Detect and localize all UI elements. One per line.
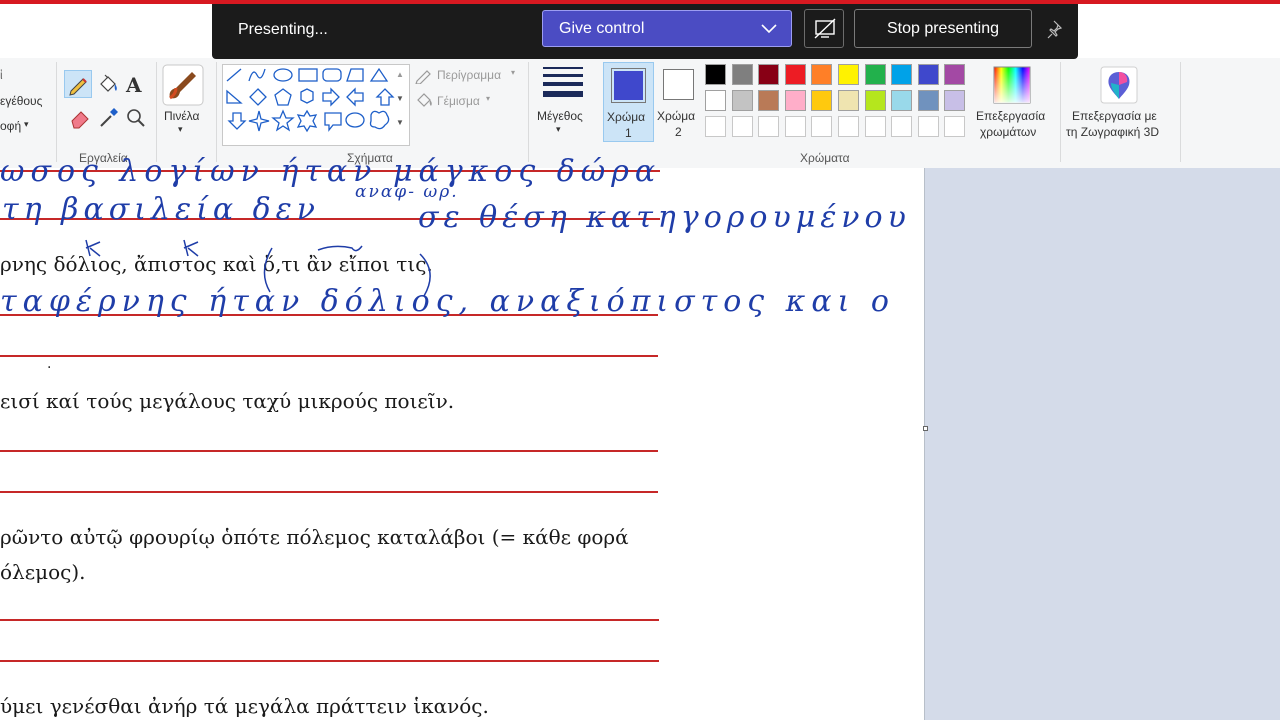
writing-rule: [0, 619, 659, 621]
palette-color-swatch[interactable]: [944, 90, 965, 111]
writing-rule: [0, 450, 658, 452]
worksheet-sentence: ύμει γενέσθαι ἀνήρ τά μεγάλα πράττειν ἱκ…: [0, 694, 489, 718]
screen-hide-icon: [814, 18, 836, 39]
give-control-dropdown[interactable]: Give control: [542, 10, 792, 47]
outline-icon: [415, 70, 431, 84]
color-spectrum-icon: [993, 66, 1031, 104]
color1-button[interactable]: Χρώμα 1: [603, 62, 654, 142]
palette-color-swatch[interactable]: [758, 64, 779, 85]
palette-color-swatch[interactable]: [705, 90, 726, 111]
palette-color-swatch[interactable]: [811, 64, 832, 85]
eraser-icon[interactable]: [68, 106, 92, 130]
palette-color-swatch[interactable]: [918, 64, 939, 85]
fill-bucket-icon[interactable]: [96, 72, 120, 96]
custom-color-slot[interactable]: [891, 116, 912, 137]
magnifier-icon[interactable]: [124, 106, 148, 130]
worksheet-sentence-continued: όλεμος).: [0, 560, 86, 584]
svg-text:A: A: [125, 73, 142, 96]
paint3d-label-2: τη Ζωγραφική 3D: [1066, 125, 1160, 139]
custom-color-slot[interactable]: [732, 116, 753, 137]
give-control-label: Give control: [559, 20, 645, 37]
custom-color-slot[interactable]: [785, 116, 806, 137]
edit-with-paint3d-button[interactable]: Επεξεργασία με τη Ζωγραφική 3D: [1064, 64, 1174, 144]
color1-swatch: [611, 68, 646, 103]
size-button[interactable]: Μέγεθος ▾: [534, 64, 594, 144]
palette-color-swatch[interactable]: [865, 90, 886, 111]
color2-swatch: [663, 69, 694, 100]
brush-icon: [162, 64, 204, 106]
paint3d-label-1: Επεξεργασία με: [1072, 109, 1157, 123]
paint-ribbon: ἱ εγέθους οφή ▾ A Εργαλεία Πινέλα ▾ ▲ ▼ …: [0, 58, 1280, 169]
size-label: Μέγεθος: [537, 109, 583, 123]
palette-color-swatch[interactable]: [891, 90, 912, 111]
palette-color-swatch[interactable]: [758, 90, 779, 111]
edit-colors-label-1: Επεξεργασία: [976, 109, 1046, 123]
writing-rule: [0, 355, 658, 357]
canvas-area: ρνης δόλιος, ἄπιστος καὶ ὅ,τι ἂν εἴποι τ…: [0, 154, 1280, 720]
color-palette: [705, 64, 975, 144]
outline-dropdown[interactable]: Περίγραμμα: [437, 68, 501, 82]
pencil-tool-button[interactable]: [64, 70, 92, 98]
handwritten-answer: σε θέση κατηγορουμένου: [418, 200, 911, 235]
pencil-icon: [69, 78, 87, 96]
shapes-gallery[interactable]: [222, 64, 410, 146]
color-picker-icon[interactable]: [96, 106, 120, 130]
custom-color-slot[interactable]: [705, 116, 726, 137]
presenting-status-text: Presenting...: [238, 21, 328, 38]
worksheet-image[interactable]: ρνης δόλιος, ἄπιστος καὶ ὅ,τι ἂν εἴποι τ…: [0, 154, 925, 720]
line-size-icon: [543, 67, 583, 97]
worksheet-sentence: εισί καί τούς μεγάλους ταχύ μικρούς ποιε…: [0, 389, 455, 413]
palette-color-swatch[interactable]: [838, 64, 859, 85]
custom-color-slot[interactable]: [865, 116, 886, 137]
text-tool-icon[interactable]: A: [124, 72, 146, 96]
palette-color-swatch[interactable]: [705, 64, 726, 85]
custom-color-slot[interactable]: [811, 116, 832, 137]
paint3d-icon: [1100, 66, 1138, 104]
handwritten-marks: [85, 239, 431, 297]
handwritten-note: αναφ- ωρ.: [355, 182, 459, 202]
edit-colors-button[interactable]: Επεξεργασία χρωμάτων: [975, 64, 1053, 144]
pin-icon[interactable]: [1046, 18, 1068, 40]
image-group-clipped-glyph: ἱ: [0, 68, 3, 82]
rotate-dropdown-arrow[interactable]: ▾: [24, 119, 29, 130]
palette-color-swatch[interactable]: [944, 64, 965, 85]
color2-button[interactable]: Χρώμα 2: [654, 62, 702, 142]
fill-dropdown[interactable]: Γέμισμα: [437, 94, 480, 108]
palette-color-swatch[interactable]: [811, 90, 832, 111]
custom-color-slot[interactable]: [918, 116, 939, 137]
chevron-down-icon: [761, 24, 777, 34]
custom-color-slot[interactable]: [758, 116, 779, 137]
canvas-resize-handle[interactable]: [923, 426, 928, 431]
custom-color-slot[interactable]: [838, 116, 859, 137]
brushes-label: Πινέλα: [164, 109, 200, 123]
palette-color-swatch[interactable]: [732, 64, 753, 85]
writing-rule: [0, 491, 658, 493]
rotate-label[interactable]: οφή: [0, 119, 21, 133]
palette-color-swatch[interactable]: [732, 90, 753, 111]
resize-label[interactable]: εγέθους: [0, 94, 42, 108]
colors-group-label: Χρώματα: [800, 151, 850, 165]
stop-presenting-button[interactable]: Stop presenting: [854, 9, 1032, 48]
stray-dot: .: [47, 356, 52, 372]
palette-color-swatch[interactable]: [865, 64, 886, 85]
custom-color-slot[interactable]: [944, 116, 965, 137]
handwritten-answer: τη βασιλεία δεν: [2, 192, 321, 227]
fill-icon: [417, 93, 432, 107]
color2-label: Χρώμα: [657, 109, 696, 123]
writing-rule: [0, 660, 659, 662]
hide-screen-button[interactable]: [804, 9, 844, 48]
color1-label: Χρώμα: [607, 110, 646, 124]
palette-color-swatch[interactable]: [785, 64, 806, 85]
handwritten-answer: ωσος λογίων ήταν μάγκος δώρα: [0, 154, 662, 189]
palette-color-swatch[interactable]: [838, 90, 859, 111]
palette-color-swatch[interactable]: [891, 64, 912, 85]
presenting-toolbar: Presenting... Give control Stop presenti…: [212, 4, 1078, 59]
worksheet-sentence: ρῶντο αὐτῷ φρουρίῳ ὁπότε πόλεμος καταλάβ…: [0, 525, 629, 549]
shapes-gallery-icons: [226, 67, 395, 133]
palette-color-swatch[interactable]: [785, 90, 806, 111]
edit-colors-label-2: χρωμάτων: [980, 125, 1037, 139]
palette-color-swatch[interactable]: [918, 90, 939, 111]
brushes-button[interactable]: Πινέλα ▾: [162, 64, 206, 144]
